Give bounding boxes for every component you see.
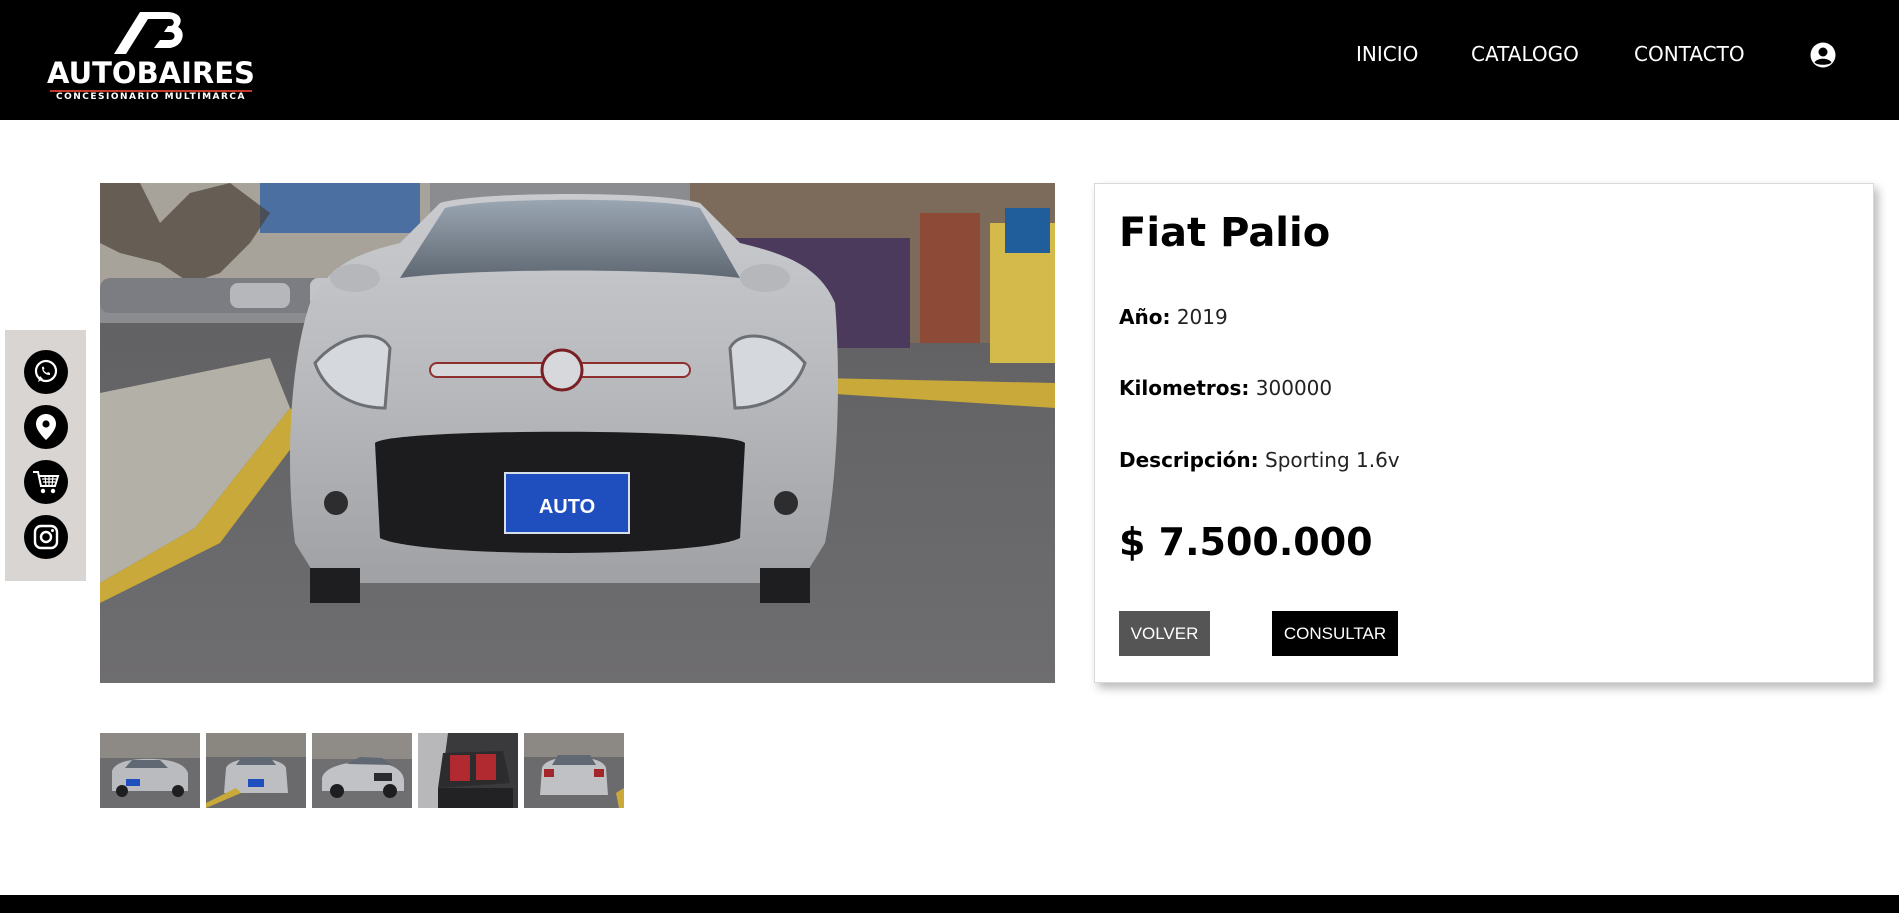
site-header: AUTOBAIRES CONCESIONARIO MULTIMARCA INIC…	[0, 0, 1899, 120]
consultar-button[interactable]: CONSULTAR	[1272, 611, 1398, 656]
logo-mark-icon	[114, 12, 183, 54]
car-title: Fiat Palio	[1119, 210, 1331, 256]
cart-icon	[33, 471, 60, 494]
instagram-button[interactable]	[24, 515, 68, 559]
desc-value: Sporting 1.6v	[1265, 448, 1400, 472]
instagram-icon	[33, 524, 59, 550]
site-footer	[0, 895, 1899, 913]
whatsapp-icon	[34, 359, 58, 383]
car-info-card: Fiat Palio Año: 2019 Kilometros: 300000 …	[1094, 183, 1874, 683]
year-label: Año:	[1119, 305, 1171, 329]
social-sidebar	[5, 330, 86, 581]
logo-wordmark: AUTOBAIRES	[47, 56, 255, 90]
main-car-photo: AUTO	[100, 183, 1055, 683]
nav-contacto[interactable]: CONTACTO	[1634, 42, 1745, 66]
user-account-icon[interactable]	[1810, 42, 1836, 68]
nav-catalogo[interactable]: CATALOGO	[1471, 42, 1579, 66]
car-price: $ 7.500.000	[1119, 520, 1373, 564]
thumbnail-side[interactable]	[312, 733, 412, 808]
location-icon	[36, 414, 56, 440]
desc-label: Descripción:	[1119, 448, 1259, 472]
thumbnail-interior[interactable]	[418, 733, 518, 808]
thumbnail-rear[interactable]	[524, 733, 624, 808]
car-kilometers: Kilometros: 300000	[1119, 376, 1332, 400]
car-year: Año: 2019	[1119, 305, 1228, 329]
plate-text: AUTO	[539, 496, 595, 518]
year-value: 2019	[1176, 305, 1228, 329]
whatsapp-button[interactable]	[24, 350, 68, 394]
volver-button[interactable]: VOLVER	[1119, 611, 1210, 656]
km-value: 300000	[1255, 376, 1333, 400]
autobaires-logo[interactable]: AUTOBAIRES CONCESIONARIO MULTIMARCA	[46, 10, 256, 105]
km-label: Kilometros:	[1119, 376, 1250, 400]
location-button[interactable]	[24, 405, 68, 449]
thumbnail-front-left[interactable]	[100, 733, 200, 808]
nav-inicio[interactable]: INICIO	[1356, 42, 1418, 66]
cart-button[interactable]	[24, 460, 68, 504]
car-description: Descripción: Sporting 1.6v	[1119, 448, 1400, 472]
thumbnail-front[interactable]	[206, 733, 306, 808]
logo-tagline: CONCESIONARIO MULTIMARCA	[55, 92, 246, 102]
